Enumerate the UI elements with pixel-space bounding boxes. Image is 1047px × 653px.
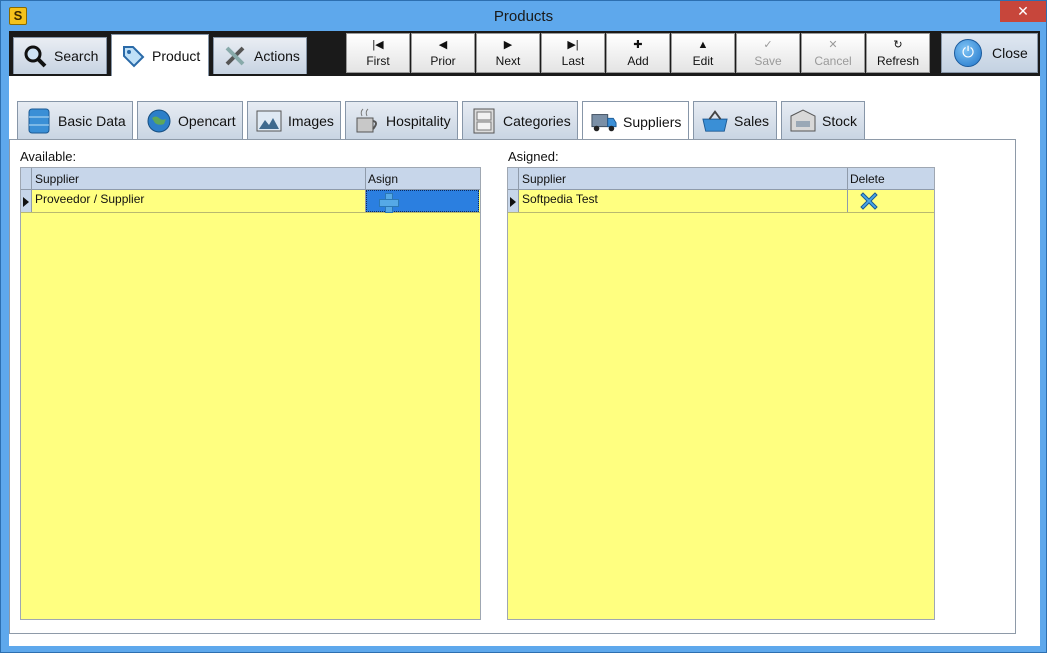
- row-pointer-icon: [510, 197, 516, 207]
- window-close-button[interactable]: ✕: [1000, 1, 1046, 22]
- asigned-grid-header: Supplier Delete: [508, 168, 934, 190]
- available-col-asign[interactable]: Asign: [366, 168, 480, 189]
- cancel-button[interactable]: ✕ Cancel: [801, 33, 865, 73]
- row-indicator-header: [508, 168, 519, 189]
- tab-suppliers-label: Suppliers: [623, 114, 682, 130]
- suppliers-panel: Available: Supplier Asign Proveedor / Su…: [9, 139, 1016, 634]
- database-icon: [26, 108, 52, 134]
- first-icon: |◀: [372, 39, 384, 51]
- table-row[interactable]: Softpedia Test: [508, 190, 934, 213]
- prior-label: Prior: [430, 54, 456, 68]
- asigned-row-supplier[interactable]: Softpedia Test: [520, 190, 848, 212]
- refresh-button[interactable]: ↻ Refresh: [866, 33, 930, 73]
- tab-categories[interactable]: Categories: [462, 101, 578, 139]
- edit-button[interactable]: ▲ Edit: [671, 33, 735, 73]
- tab-actions-label: Actions: [254, 48, 300, 64]
- bottom-strip: [9, 634, 1040, 646]
- row-indicator: [21, 190, 32, 212]
- tab-suppliers[interactable]: Suppliers: [582, 101, 689, 142]
- delete-x-icon[interactable]: [860, 192, 878, 210]
- top-toolbar: Search Product Actions |◀ First ◀ Prior …: [9, 31, 1040, 76]
- power-icon: ⏻: [954, 39, 982, 67]
- first-label: First: [366, 54, 390, 68]
- globe-icon: [146, 108, 172, 134]
- save-button[interactable]: ✓ Save: [736, 33, 800, 73]
- add-label: Add: [627, 54, 649, 68]
- next-icon: ▶: [503, 39, 513, 51]
- add-icon: ✚: [633, 39, 643, 51]
- refresh-icon: ↻: [893, 39, 903, 51]
- close-label: Close: [992, 45, 1028, 61]
- tab-sales-label: Sales: [734, 112, 770, 129]
- close-button[interactable]: ⏻ Close: [941, 33, 1038, 73]
- refresh-label: Refresh: [876, 54, 920, 68]
- client-area: Search Product Actions |◀ First ◀ Prior …: [9, 31, 1040, 646]
- save-icon: ✓: [763, 39, 773, 51]
- last-button[interactable]: ▶| Last: [541, 33, 605, 73]
- tab-opencart-label: Opencart: [178, 112, 236, 129]
- asigned-grid[interactable]: Supplier Delete Softpedia Test: [507, 167, 935, 620]
- add-button[interactable]: ✚ Add: [606, 33, 670, 73]
- truck-icon: [591, 109, 617, 135]
- asigned-col-delete[interactable]: Delete: [848, 168, 934, 189]
- tab-search-label: Search: [54, 48, 99, 64]
- available-col-supplier[interactable]: Supplier: [33, 168, 366, 189]
- next-label: Next: [495, 54, 521, 68]
- tab-stock-label: Stock: [822, 112, 858, 129]
- tab-actions[interactable]: Actions: [213, 37, 307, 74]
- cup-icon: [354, 108, 380, 134]
- window-title: Products: [493, 8, 554, 25]
- last-label: Last: [561, 54, 585, 68]
- cabinet-icon: [471, 108, 497, 134]
- row-pointer-icon: [23, 197, 29, 207]
- first-button[interactable]: |◀ First: [346, 33, 410, 73]
- tab-hospitality-label: Hospitality: [386, 112, 451, 129]
- tab-search[interactable]: Search: [13, 37, 107, 74]
- available-grid[interactable]: Supplier Asign Proveedor / Supplier: [20, 167, 481, 620]
- save-label: Save: [754, 54, 782, 68]
- tab-opencart[interactable]: Opencart: [137, 101, 243, 139]
- available-row-supplier[interactable]: Proveedor / Supplier: [33, 190, 366, 212]
- asigned-label: Asigned:: [508, 149, 559, 164]
- box-icon: [790, 108, 816, 134]
- tab-product-label: Product: [152, 47, 201, 64]
- sub-tab-bar: Basic Data Opencart Images Hospitality C…: [9, 76, 1040, 142]
- row-indicator-header: [21, 168, 32, 189]
- tab-images[interactable]: Images: [247, 101, 341, 139]
- edit-icon: ▲: [697, 39, 709, 51]
- table-row[interactable]: Proveedor / Supplier: [21, 190, 480, 213]
- edit-label: Edit: [692, 54, 714, 68]
- next-button[interactable]: ▶ Next: [476, 33, 540, 73]
- app-window: S Products ✕ Search Product Actions |◀ F…: [0, 0, 1047, 653]
- delete-cell[interactable]: [848, 190, 934, 212]
- asigned-col-supplier[interactable]: Supplier: [520, 168, 848, 189]
- tab-sales[interactable]: Sales: [693, 101, 777, 139]
- prior-icon: ◀: [438, 39, 448, 51]
- title-bar[interactable]: S Products ✕: [1, 1, 1046, 31]
- available-label: Available:: [20, 149, 77, 164]
- tools-icon: [222, 43, 248, 69]
- cancel-icon: ✕: [828, 39, 838, 51]
- prior-button[interactable]: ◀ Prior: [411, 33, 475, 73]
- available-grid-header: Supplier Asign: [21, 168, 480, 190]
- row-indicator: [508, 190, 519, 212]
- tab-images-label: Images: [288, 112, 334, 129]
- asign-cell[interactable]: [366, 190, 479, 213]
- last-icon: ▶|: [567, 39, 579, 51]
- basket-icon: [702, 108, 728, 134]
- cancel-label: Cancel: [814, 54, 852, 68]
- tag-icon: [120, 43, 146, 69]
- tab-stock[interactable]: Stock: [781, 101, 865, 139]
- tab-basic-data-label: Basic Data: [58, 112, 126, 129]
- tab-basic-data[interactable]: Basic Data: [17, 101, 133, 139]
- plus-icon[interactable]: [379, 193, 399, 213]
- tab-hospitality[interactable]: Hospitality: [345, 101, 458, 139]
- picture-icon: [256, 108, 282, 134]
- tab-product[interactable]: Product: [111, 34, 209, 76]
- tab-categories-label: Categories: [503, 112, 571, 129]
- magnifier-icon: [22, 43, 48, 69]
